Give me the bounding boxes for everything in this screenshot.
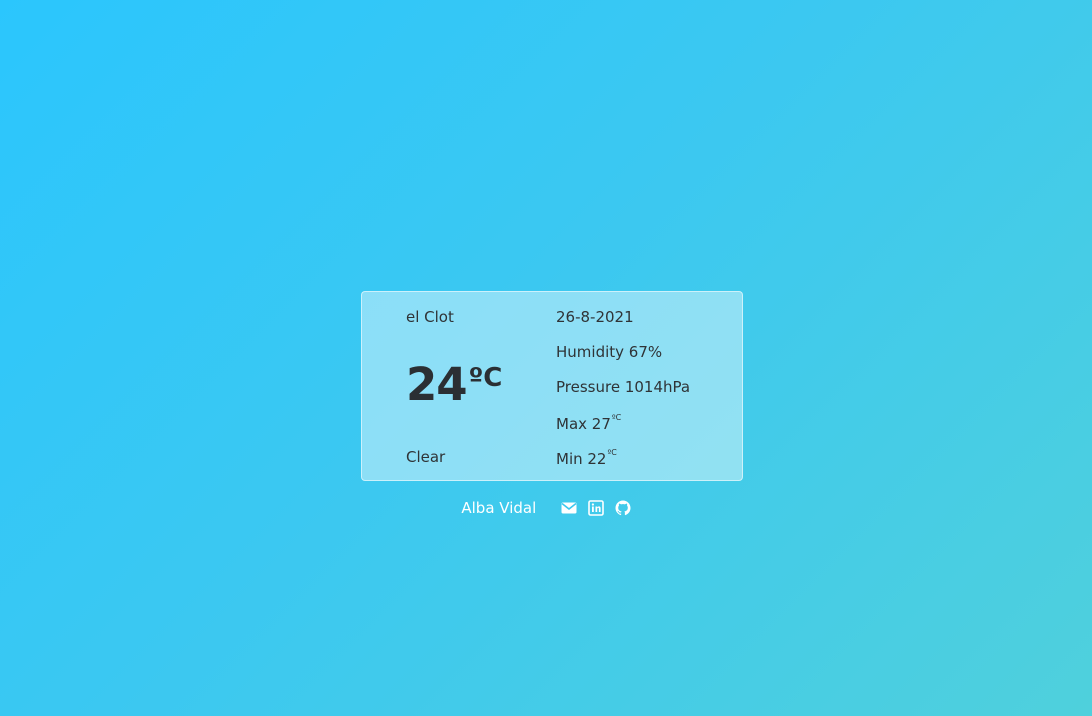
envelope-icon[interactable]	[561, 500, 577, 516]
min-temperature: Min 22ºC	[556, 448, 617, 468]
max-temperature: Max 27ºC	[556, 413, 621, 433]
min-temperature-label: Min 22	[556, 450, 607, 468]
temperature-unit: ºC	[468, 363, 503, 393]
temperature-value: 24	[406, 358, 468, 411]
weather-main-column: el Clot 24ºC Clear	[406, 292, 546, 480]
author-name: Alba Vidal	[461, 498, 537, 517]
max-temperature-unit: ºC	[611, 413, 622, 422]
weather-details-column: 26-8-2021 Humidity 67% Pressure 1014hPa …	[556, 292, 736, 480]
humidity-label: Humidity 67%	[556, 343, 663, 361]
pressure-label: Pressure 1014hPa	[556, 378, 691, 396]
current-temperature: 24ºC	[406, 362, 502, 407]
weather-card: el Clot 24ºC Clear 26-8-2021 Humidity 67…	[361, 291, 743, 481]
min-temperature-unit: ºC	[607, 448, 617, 457]
max-temperature-label: Max 27	[556, 415, 611, 433]
linkedin-icon[interactable]	[588, 499, 604, 516]
city-name: el Clot	[406, 308, 454, 326]
github-icon[interactable]	[615, 500, 631, 516]
date-label: 26-8-2021	[556, 308, 634, 326]
weather-description: Clear	[406, 448, 446, 466]
footer: Alba Vidal	[0, 498, 1092, 517]
